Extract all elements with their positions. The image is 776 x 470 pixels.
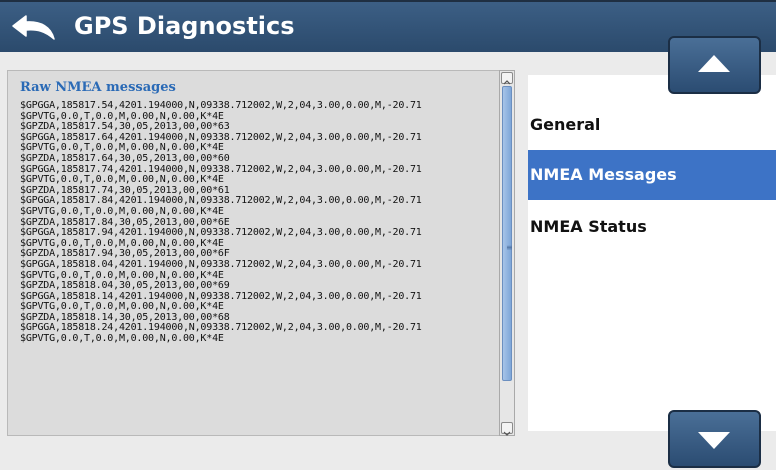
scroll-up-page-button[interactable] — [668, 36, 761, 94]
menu-item-nmea-messages[interactable]: NMEA Messages — [528, 150, 776, 200]
scroll-thumb[interactable]: ≡ — [502, 86, 513, 381]
nmea-line: $GPGGA,185817.54,4201.194000,N,09338.712… — [20, 101, 422, 111]
back-button[interactable] — [10, 12, 60, 44]
header-bar: GPS Diagnostics — [0, 0, 776, 52]
scroll-down-icon — [503, 431, 511, 436]
log-scrollbar[interactable]: ≡ — [499, 70, 515, 436]
grip-icon: ≡ — [506, 243, 513, 252]
up-arrow-icon — [698, 55, 730, 72]
menu-item-nmea-status[interactable]: NMEA Status — [528, 202, 776, 252]
back-arrow-icon — [12, 15, 55, 40]
nmea-line: $GPZDA,185817.64,30,05,2013,00,00*60 — [20, 152, 230, 164]
scroll-down-page-button[interactable] — [668, 410, 761, 468]
scroll-up-button[interactable] — [501, 72, 513, 85]
nmea-line: $GPGGA,185818.04,4201.194000,N,09338.712… — [20, 258, 422, 270]
panel-title: Raw NMEA messages — [20, 80, 176, 95]
diagnostics-menu: General NMEA Messages NMEA Status — [528, 75, 776, 431]
nmea-log[interactable]: $GPGGA,185817.54,4201.194000,N,09338.712… — [20, 101, 502, 435]
nmea-line: $GPVTG,0.0,T,0.0,M,0.00,N,0.00,K*4E — [20, 205, 224, 217]
page-title: GPS Diagnostics — [74, 12, 295, 40]
scroll-down-button[interactable] — [501, 422, 513, 436]
down-arrow-icon — [698, 432, 730, 449]
nmea-line: $GPVTG,0.0,T,0.0,M,0.00,N,0.00,K*4E — [20, 333, 224, 345]
menu-item-general[interactable]: General — [528, 100, 776, 150]
nmea-messages-panel: Raw NMEA messages $GPGGA,185817.54,4201.… — [7, 70, 515, 436]
